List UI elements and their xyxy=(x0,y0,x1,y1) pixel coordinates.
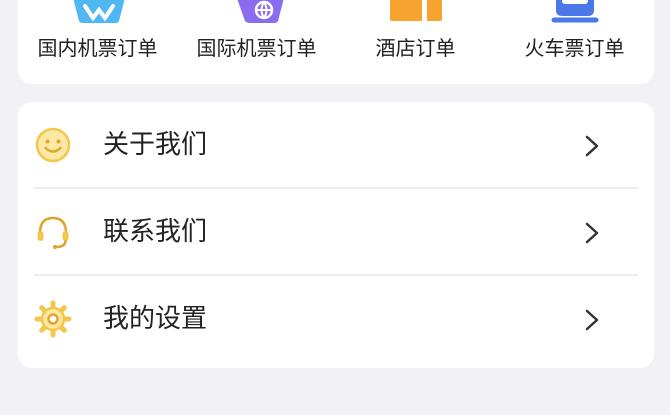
menu-item-label: 关于我们 xyxy=(103,130,208,160)
train-order-label: 火车票订单 xyxy=(524,36,625,60)
hotel-order-label: 酒店订单 xyxy=(375,36,456,60)
menu-item-label: 我的设置 xyxy=(103,304,208,334)
order-shortcuts-card: 国内机票订单 国际机票订单 酒店订单 火车票订单 xyxy=(18,0,654,84)
hotel-icon xyxy=(389,0,442,21)
domestic-flight-icon xyxy=(73,0,124,23)
train-order-button[interactable]: 火车票订单 xyxy=(495,0,654,84)
menu-item-contact-us[interactable]: 联系我们 xyxy=(18,189,654,275)
gear-icon xyxy=(34,300,72,338)
train-icon xyxy=(551,0,598,23)
menu-item-my-settings[interactable]: 我的设置 xyxy=(18,276,654,362)
international-flight-order-button[interactable]: 国际机票订单 xyxy=(177,0,336,84)
domestic-flight-order-label: 国内机票订单 xyxy=(37,36,158,60)
headset-icon xyxy=(37,216,69,249)
hotel-order-button[interactable]: 酒店订单 xyxy=(336,0,495,84)
chevron-right-icon xyxy=(585,135,599,157)
menu-item-about-us[interactable]: 关于我们 xyxy=(18,102,654,188)
international-flight-icon xyxy=(237,0,283,23)
menu-item-label: 联系我们 xyxy=(103,217,208,247)
chevron-right-icon xyxy=(585,309,599,331)
chevron-right-icon xyxy=(585,222,599,244)
menu-card: 关于我们 联系我们 我的设置 xyxy=(18,102,654,368)
domestic-flight-order-button[interactable]: 国内机票订单 xyxy=(18,0,177,84)
international-flight-order-label: 国际机票订单 xyxy=(196,36,317,60)
smiley-icon xyxy=(35,127,71,163)
